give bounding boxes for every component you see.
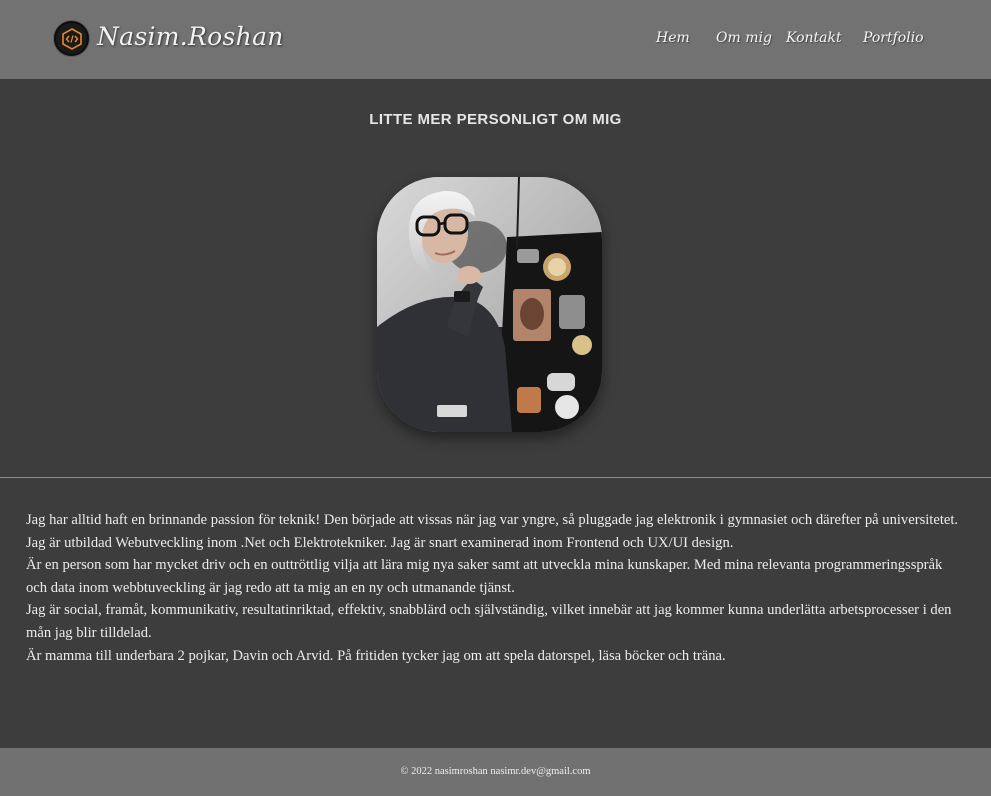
- profile-photo: [377, 177, 602, 432]
- site-footer: © 2022 nasimroshan nasimr.dev@gmail.com: [0, 748, 991, 796]
- site-header: Nasim.Roshan Hem Om mig Kontakt Portfoli…: [0, 0, 991, 79]
- nav-link-hem[interactable]: Hem: [656, 30, 690, 46]
- nav-link-portfolio[interactable]: Portfolio: [863, 30, 924, 46]
- page-title: LITTE MER PERSONLIGT OM MIG: [369, 111, 622, 128]
- nav-link-kontakt[interactable]: Kontakt: [786, 30, 842, 46]
- profile-photo-image: [377, 177, 602, 432]
- section-divider: [0, 477, 991, 478]
- nav-link-om-mig[interactable]: Om mig: [716, 30, 772, 46]
- bio-paragraph: Är en person som har mycket driv och en …: [26, 557, 943, 596]
- bio-paragraph: Jag har alltid haft en brinnande passion…: [26, 512, 959, 528]
- footer-copyright: © 2022 nasimroshan nasimr.dev@gmail.com: [400, 766, 591, 777]
- bio-paragraph: Jag är utbildad Webutveckling inom .Net …: [26, 534, 734, 551]
- bio-paragraph: Är mamma till underbara 2 pojkar, Davin …: [26, 647, 726, 664]
- main-nav: Hem Om mig Kontakt Portfolio: [0, 30, 991, 52]
- bio-paragraph: Jag är social, framåt, kommunikativ, res…: [26, 602, 952, 641]
- about-text: Jag har alltid haft en brinnande passion…: [26, 509, 966, 667]
